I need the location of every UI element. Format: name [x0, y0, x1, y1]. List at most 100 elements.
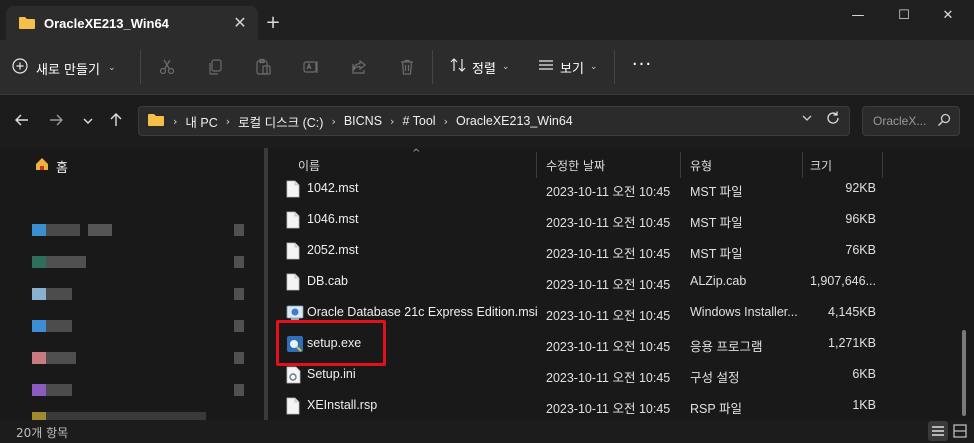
chevron-down-icon: ⌄ [589, 62, 598, 72]
file-row[interactable]: 1046.mst 2023-10-11 오전 10:45 MST 파일 96KB [270, 204, 958, 235]
file-list-scrollbar-thumb[interactable] [962, 330, 966, 416]
sort-icon [450, 57, 466, 77]
blurred-sidebar-item[interactable] [32, 384, 72, 396]
blurred-sidebar-item[interactable] [32, 320, 72, 332]
file-type: MST 파일 [690, 216, 743, 230]
file-modified: 2023-10-11 오전 10:45 [546, 402, 671, 416]
details-view-button[interactable] [928, 421, 948, 441]
more-options-button[interactable]: ··· [630, 56, 654, 78]
file-row[interactable]: DB.cab 2023-10-11 오전 10:45 ALZip.cab 1,907,… [270, 266, 958, 297]
new-tab-button[interactable]: + [262, 12, 284, 34]
search-placeholder: OracleX... [873, 114, 927, 128]
file-size: 96KB [845, 212, 876, 226]
sort-ascending-caret-icon: ^ [412, 148, 421, 159]
paste-icon[interactable] [252, 56, 274, 78]
sidebar-item-home[interactable]: 홈 [34, 156, 68, 176]
new-button-label: 새로 만들기 [36, 62, 100, 78]
file-row[interactable]: 2052.mst 2023-10-11 오전 10:45 MST 파일 76KB [270, 235, 958, 266]
tab-current-folder[interactable]: OracleXE213_Win64 ✕ [6, 6, 258, 40]
maximize-button[interactable]: ☐ [882, 4, 926, 28]
blurred-sidebar-item[interactable] [32, 412, 206, 420]
blurred-pin-icon [234, 384, 244, 396]
blurred-pin-icon [234, 288, 244, 300]
forward-arrow-icon[interactable] [46, 112, 66, 132]
search-icon [937, 113, 951, 130]
file-type: MST 파일 [690, 247, 743, 261]
blurred-sidebar-item[interactable] [32, 224, 112, 236]
file-size: 1,907,646... [809, 274, 876, 288]
blurred-pin-icon [234, 352, 244, 364]
blurred-pin-icon [234, 224, 244, 236]
command-bar: 새로 만들기 ⌄ 정렬 ⌄ 보기 ⌄ ··· [0, 40, 974, 95]
file-icon [286, 211, 302, 229]
folder-icon [147, 113, 165, 130]
address-bar[interactable]: › 내 PC › 로컬 디스크 (C:) › BICNS › # Tool › … [138, 106, 850, 136]
tab-title: OracleXE213_Win64 [44, 16, 169, 31]
file-type: 구성 설정 [690, 371, 740, 385]
highlight-box [276, 320, 386, 366]
view-list-icon [538, 58, 554, 76]
back-arrow-icon[interactable] [12, 112, 32, 132]
file-name: Setup.ini [307, 367, 356, 381]
rename-icon[interactable] [300, 56, 322, 78]
refresh-icon[interactable] [825, 110, 841, 130]
minimize-button[interactable]: — [836, 4, 880, 28]
file-name: 2052.mst [307, 243, 359, 257]
navigation-pane: 홈 [0, 148, 264, 420]
recent-locations-chevron-icon[interactable] [78, 112, 98, 132]
chevron-down-icon: ⌄ [107, 63, 116, 73]
search-box[interactable]: OracleX... [862, 106, 960, 136]
file-size: 76KB [845, 243, 876, 257]
up-arrow-icon[interactable] [106, 112, 126, 132]
navigation-pane-scrollbar[interactable] [264, 148, 268, 420]
blurred-pin-icon [234, 256, 244, 268]
chevron-right-icon: › [331, 114, 336, 128]
file-icon [286, 273, 302, 291]
breadcrumb-tool[interactable]: # Tool [402, 114, 435, 128]
file-modified: 2023-10-11 오전 10:45 [546, 340, 671, 354]
file-name: DB.cab [307, 274, 348, 288]
file-name: XEInstall.rsp [307, 398, 378, 412]
file-type: 응용 프로그램 [690, 340, 763, 354]
file-modified: 2023-10-11 오전 10:45 [546, 185, 671, 199]
file-type: RSP 파일 [690, 402, 742, 416]
copy-icon[interactable] [204, 56, 226, 78]
file-icon [286, 397, 302, 415]
close-window-button[interactable]: ✕ [926, 4, 970, 28]
settings-file-icon [286, 366, 302, 384]
tiles-view-button[interactable] [950, 421, 970, 441]
close-tab-icon[interactable]: ✕ [230, 13, 250, 33]
details-view-icon [928, 426, 948, 443]
blurred-sidebar-item[interactable] [32, 288, 72, 300]
cut-icon[interactable] [156, 56, 178, 78]
blurred-sidebar-item[interactable] [32, 352, 76, 364]
new-button[interactable]: 새로 만들기 ⌄ [12, 54, 115, 82]
divider [614, 50, 615, 84]
navigation-bar: › 내 PC › 로컬 디스크 (C:) › BICNS › # Tool › … [0, 96, 974, 148]
view-label: 보기 [560, 61, 584, 77]
file-modified: 2023-10-11 오전 10:45 [546, 371, 671, 385]
chevron-right-icon: › [173, 114, 178, 128]
file-size: 1,271KB [828, 336, 876, 350]
file-row[interactable]: 1042.mst 2023-10-11 오전 10:45 MST 파일 92KB [270, 173, 958, 204]
breadcrumb-my-pc[interactable]: 내 PC [185, 112, 217, 131]
blurred-sidebar-item[interactable] [32, 256, 86, 268]
blurred-pin-icon [234, 320, 244, 332]
breadcrumb-bicns[interactable]: BICNS [344, 114, 382, 128]
file-size: 4,145KB [828, 305, 876, 319]
chevron-right-icon: › [390, 114, 395, 128]
share-icon[interactable] [348, 56, 370, 78]
tiles-view-icon [950, 424, 970, 443]
breadcrumb-local-disk[interactable]: 로컬 디스크 (C:) [238, 112, 323, 131]
file-row[interactable]: XEInstall.rsp 2023-10-11 오전 10:45 RSP 파일 1K… [270, 390, 958, 421]
divider [432, 50, 433, 84]
home-icon [34, 156, 50, 176]
sort-button[interactable]: 정렬 ⌄ [450, 56, 509, 78]
status-bar: 20개 항목 [0, 420, 974, 443]
delete-icon[interactable] [396, 56, 418, 78]
view-button[interactable]: 보기 ⌄ [538, 56, 597, 78]
file-size: 92KB [845, 181, 876, 195]
breadcrumb-current-folder[interactable]: OracleXE213_Win64 [456, 114, 573, 128]
file-list: ^ 이름 수정한 날짜 유형 크기 1042.mst 2023-10-11 오전 … [270, 148, 958, 420]
address-history-chevron-icon[interactable] [801, 112, 813, 127]
